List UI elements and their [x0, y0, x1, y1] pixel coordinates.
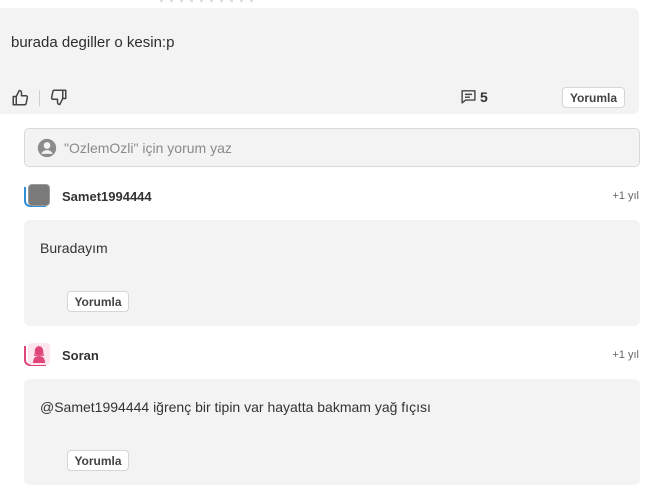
user-avatar-icon [37, 138, 57, 158]
username[interactable]: Soran [62, 348, 99, 363]
reply-card: Buradayım Yorumla [24, 220, 640, 326]
comment-icon [461, 90, 476, 104]
thumbs-up-icon [12, 89, 29, 106]
reply-header: Samet1994444 [24, 184, 152, 208]
reply-button[interactable]: Yorumla [562, 87, 625, 108]
timestamp: +1 yıl [612, 190, 639, 202]
dislike-button[interactable] [49, 87, 69, 107]
reply-header: Soran [24, 343, 99, 367]
comment-count[interactable]: 5 [460, 88, 488, 105]
reply-button[interactable]: Yorumla [67, 291, 129, 312]
avatar-image [28, 184, 50, 206]
comment-input-placeholder: "OzlemOzli" için yorum yaz [64, 140, 232, 156]
timestamp: +1 yıl [612, 349, 639, 361]
comment-count-value: 5 [480, 88, 488, 105]
reply-card: @Samet1994444 iğrenç bir tipin var hayat… [24, 379, 640, 485]
thumbs-down-icon [50, 89, 67, 106]
reply-text: Buradayım [40, 240, 108, 256]
comment-input[interactable]: "OzlemOzli" için yorum yaz [24, 128, 640, 167]
avatar-image [28, 343, 50, 365]
reply-button[interactable]: Yorumla [67, 450, 129, 471]
top-edge [0, 0, 661, 6]
username[interactable]: Samet1994444 [62, 189, 152, 204]
post-text: burada degiller o kesin:p [11, 34, 175, 51]
female-user-icon [33, 346, 45, 363]
avatar[interactable] [24, 343, 50, 367]
like-button[interactable] [10, 88, 30, 108]
action-divider [39, 90, 40, 106]
reply-text: @Samet1994444 iğrenç bir tipin var hayat… [40, 399, 431, 415]
avatar[interactable] [24, 184, 50, 208]
post-card: burada degiller o kesin:p 5 Yorumla [0, 8, 639, 114]
truncated-content [160, 0, 260, 2]
